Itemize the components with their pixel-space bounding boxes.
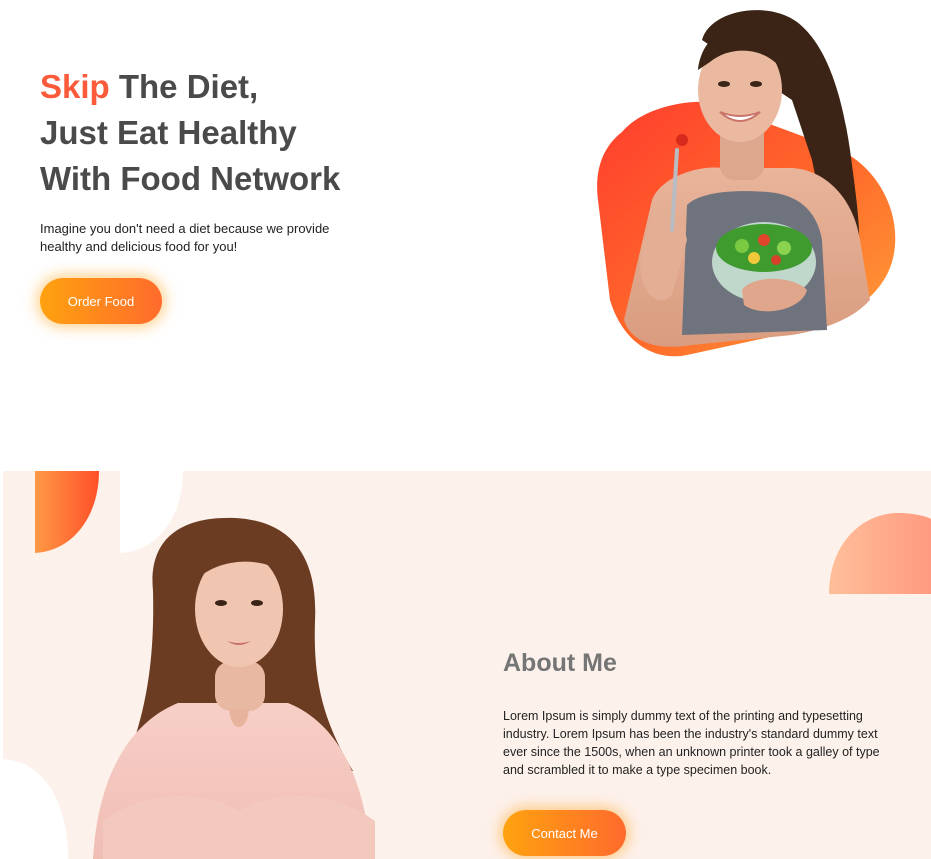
about-image — [3, 471, 931, 859]
hero-title-line2: Just Eat Healthy — [40, 114, 297, 151]
hero-title: Skip The Diet, Just Eat Healthy With Foo… — [40, 64, 340, 202]
hero-title-accent: Skip — [40, 68, 110, 105]
hero-tomato-shape — [676, 134, 688, 146]
about-white-corner-shape — [3, 759, 68, 859]
hero-image — [597, 10, 896, 357]
about-right-blob-shape — [829, 513, 931, 594]
about-title: About Me — [503, 649, 617, 677]
order-food-button[interactable]: Order Food — [40, 278, 162, 324]
contact-me-button[interactable]: Contact Me — [503, 810, 626, 856]
about-orange-quarter-shape — [35, 471, 99, 553]
hero-section: Skip The Diet, Just Eat Healthy With Foo… — [0, 0, 931, 470]
hero-title-line3: With Food Network — [40, 160, 341, 197]
hero-title-line1: The Diet, — [109, 68, 259, 105]
hero-description: Imagine you don't need a diet because we… — [40, 221, 330, 254]
about-text: Lorem Ipsum is simply dummy text of the … — [503, 709, 880, 777]
about-section: About Me Lorem Ipsum is simply dummy tex… — [3, 471, 931, 859]
